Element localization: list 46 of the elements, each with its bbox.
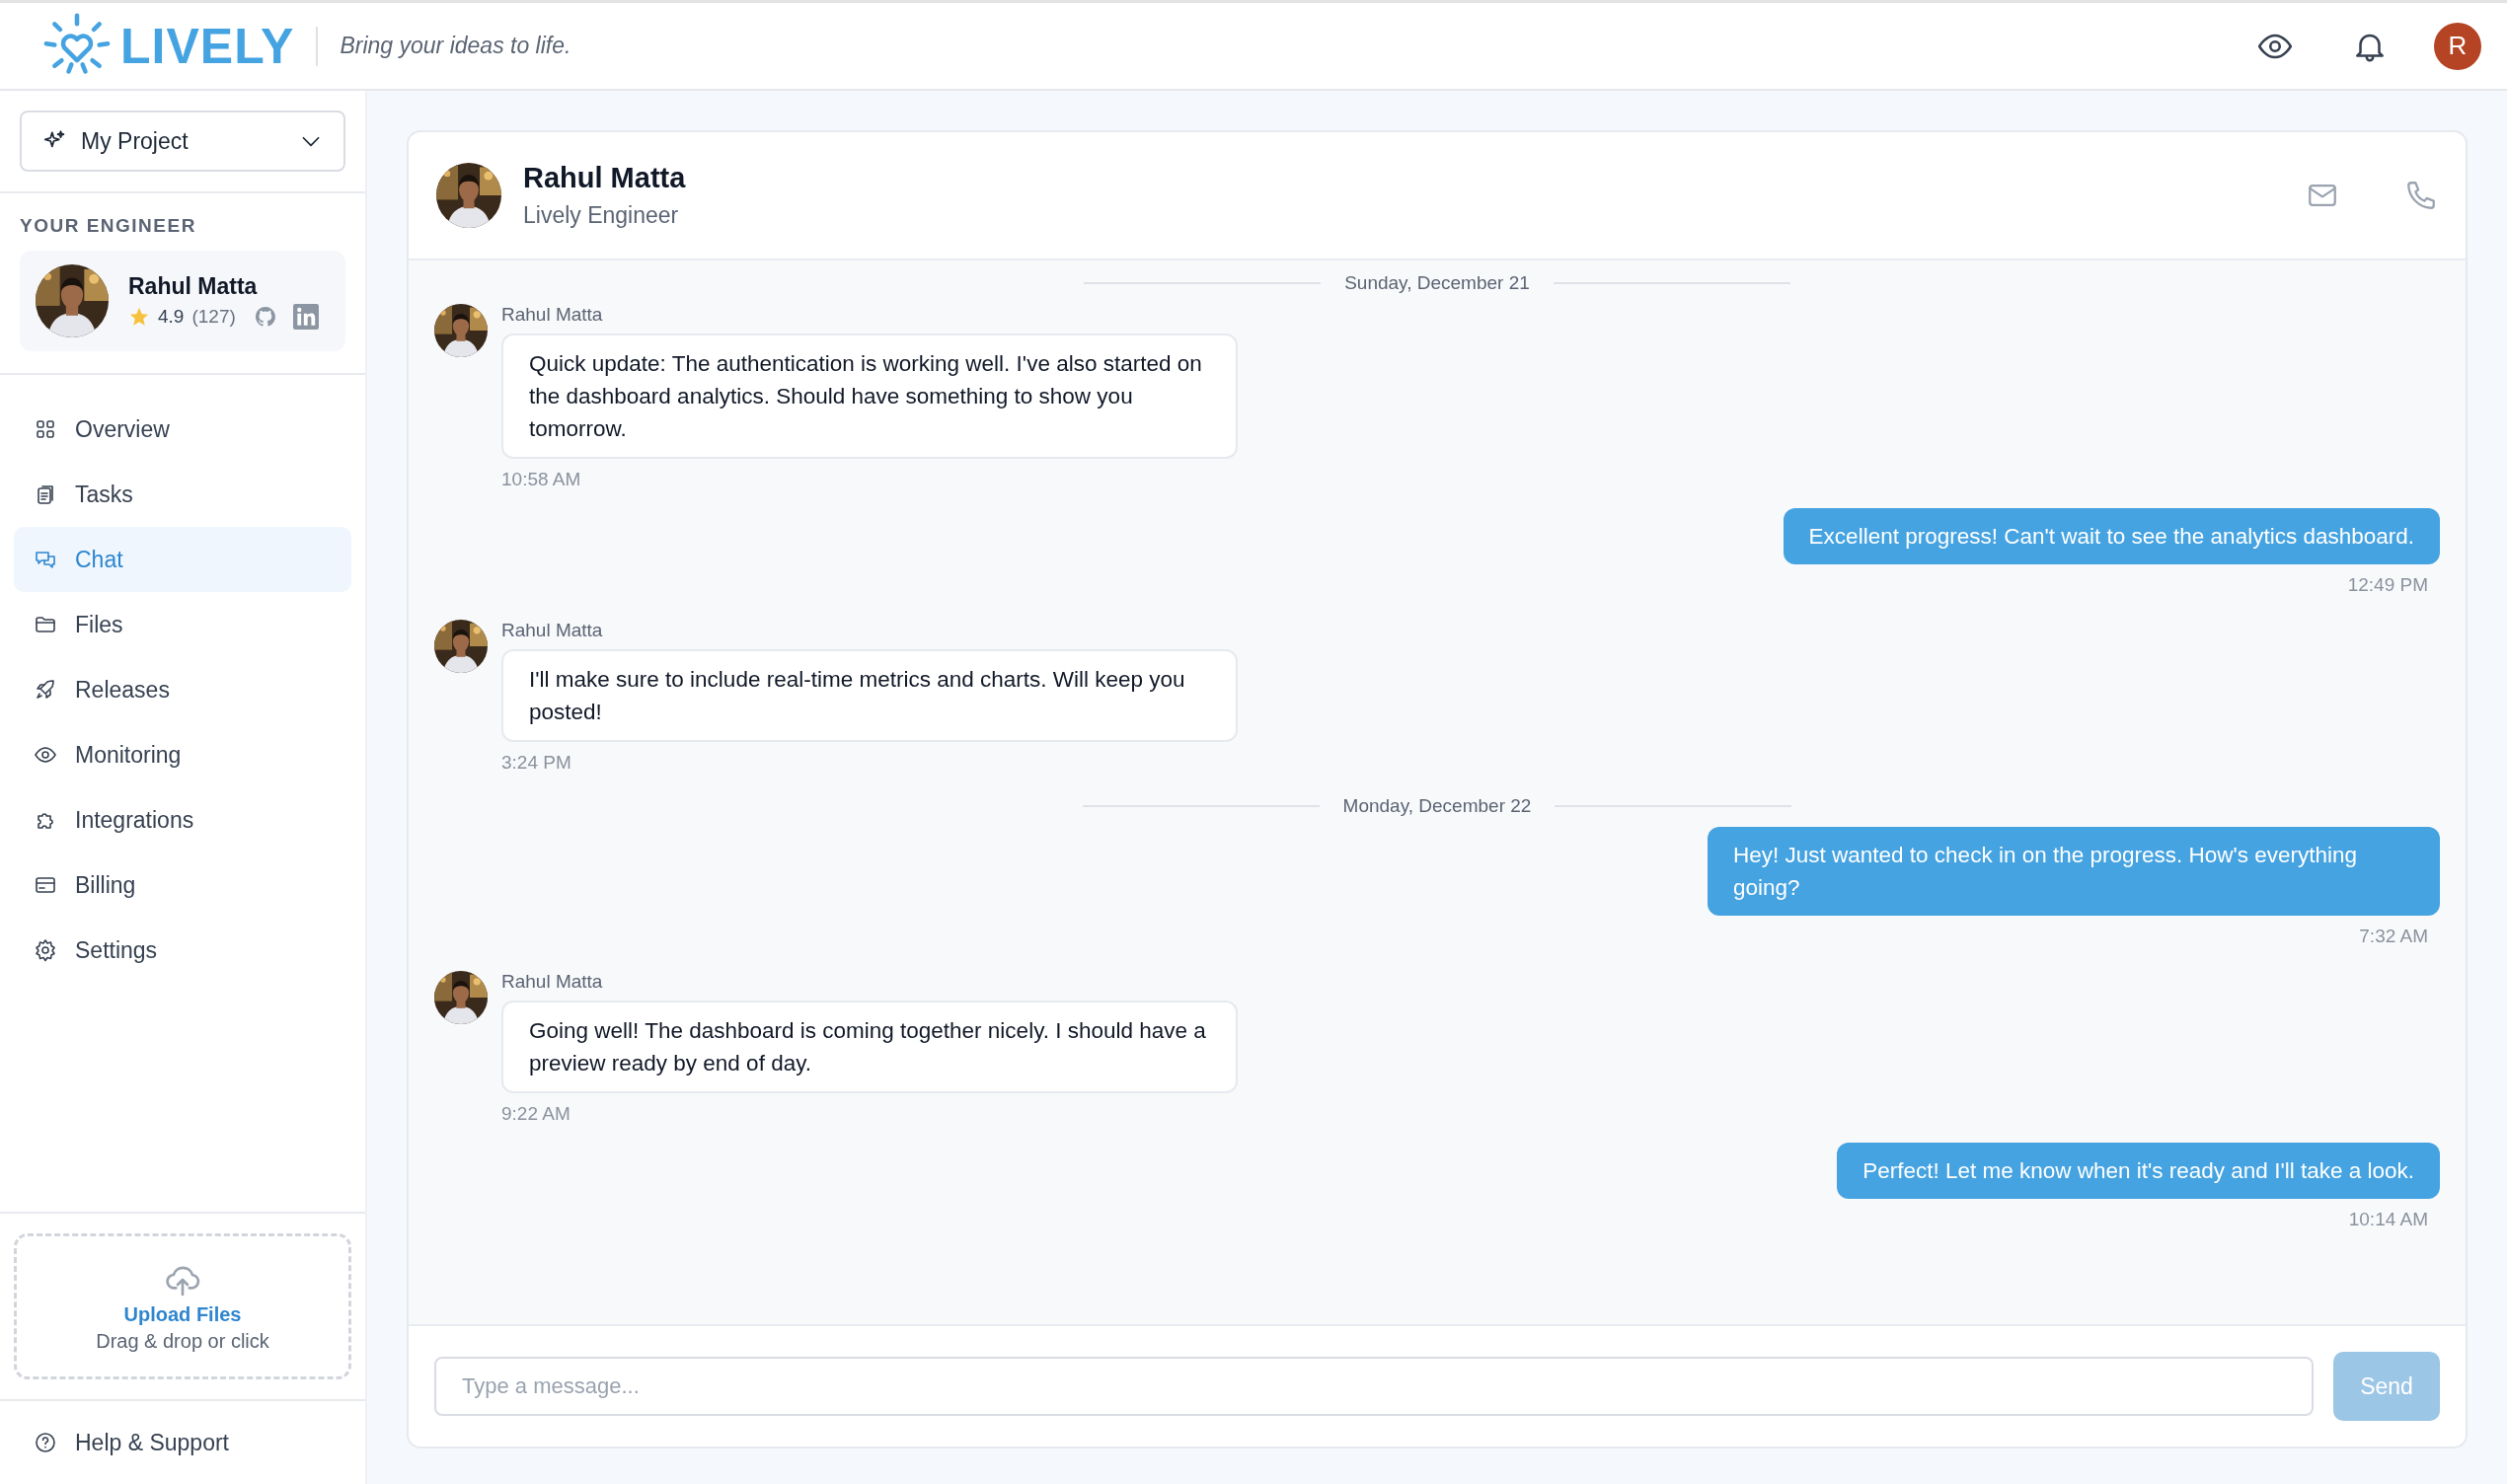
message-time: 12:49 PM [2347, 574, 2428, 596]
date-divider: Sunday, December 21 [1344, 272, 1530, 294]
upload-dropzone[interactable]: Upload Files Drag & drop or click [14, 1233, 351, 1379]
grid-icon [34, 417, 57, 441]
linkedin-icon[interactable] [292, 303, 319, 330]
nav-item[interactable]: Overview [14, 397, 351, 462]
rating: 4.9 [158, 305, 185, 328]
message-bubble: Hey! Just wanted to check in on the progress. How's everything going? [1708, 827, 2440, 916]
nav-item[interactable]: Releases [14, 657, 351, 722]
engineer-name: Rahul Matta [128, 272, 259, 300]
message-bubble: Perfect! Let me know when it's ready and I'll take a look. [1837, 1143, 2440, 1199]
contact-name: Rahul Matta [523, 162, 687, 194]
message-time: 10:14 AM [2348, 1209, 2428, 1230]
message-bubble: Quick update: The authentication is working well. I've also started on the dashboard analytics. Should have something to show you tomorrow. [501, 334, 1238, 459]
tagline: Bring your ideas to life. [340, 33, 571, 59]
nav-item[interactable]: Integrations [14, 787, 351, 853]
date-divider: Monday, December 22 [1342, 795, 1532, 817]
upload-hint: Drag & drop or click [96, 1330, 269, 1353]
contact-role: Lively Engineer [523, 202, 680, 229]
nav-item[interactable]: Files [14, 592, 351, 657]
message-time: 3:24 PM [501, 752, 572, 774]
sender-name: Rahul Matta [501, 620, 604, 641]
nav-item[interactable]: Tasks [14, 462, 351, 527]
message-time: 10:58 AM [501, 469, 582, 490]
review-count: (127) [191, 305, 236, 328]
sender-name: Rahul Matta [501, 971, 604, 993]
upload-title: Upload Files [123, 1303, 242, 1326]
message-time: 7:32 AM [2359, 926, 2428, 947]
gear-icon [34, 938, 57, 962]
nav-item[interactable]: Settings [14, 918, 351, 983]
nav-item[interactable]: Billing [14, 853, 351, 918]
user-avatar[interactable]: R [2434, 22, 2481, 70]
question-icon [34, 1431, 57, 1454]
phone-icon [2404, 179, 2438, 212]
message-bubble: Going well! The dashboard is coming together nicely. I should have a preview ready by end of day. [501, 1001, 1238, 1093]
nav-item[interactable]: Monitoring [14, 722, 351, 787]
section-label: YOUR ENGINEER [20, 215, 197, 237]
message-time: 9:22 AM [501, 1103, 571, 1125]
rocket-icon [34, 678, 57, 702]
sender-name: Rahul Matta [501, 304, 604, 326]
help-link[interactable]: Help & Support [0, 1401, 365, 1484]
nav-item[interactable]: Chat [14, 527, 351, 592]
message-bubble: I'll make sure to include real-time metrics and charts. Will keep you posted! [501, 649, 1238, 742]
github-icon[interactable] [253, 304, 277, 329]
project-dropdown[interactable]: My Project [20, 111, 345, 172]
message-bubble: Excellent progress! Can't wait to see the analytics dashboard. [1783, 508, 2440, 564]
